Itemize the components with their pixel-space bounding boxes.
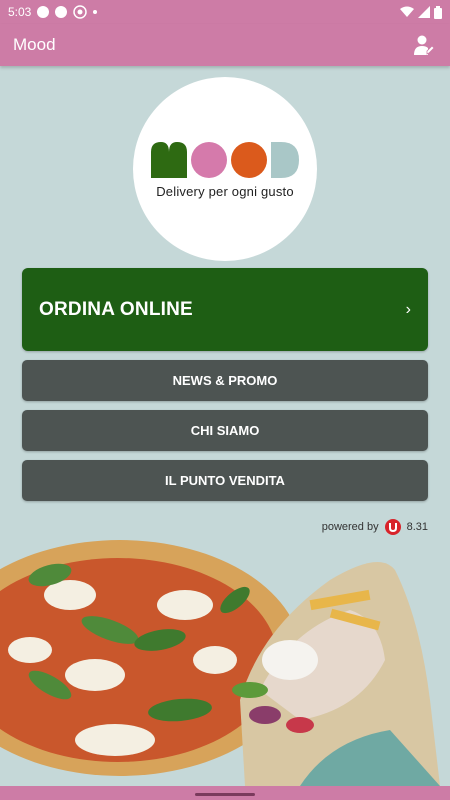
home-gesture-handle[interactable] <box>195 793 255 796</box>
news-promo-label: NEWS & PROMO <box>172 373 278 388</box>
status-bar: 5:03 <box>0 0 450 24</box>
app-version: 8.31 <box>406 521 428 533</box>
signal-icon <box>418 6 430 18</box>
powered-by: powered by 8.31 <box>322 519 428 535</box>
app-notification-icon <box>73 5 88 19</box>
more-notifications-icon <box>93 10 98 14</box>
about-us-button[interactable]: CHI SIAMO <box>22 410 428 451</box>
logo-tagline: Delivery per ogni gusto <box>156 183 294 199</box>
status-time: 5:03 <box>8 5 32 19</box>
store-label: IL PUNTO VENDITA <box>165 473 285 488</box>
brand-logo: Delivery per ogni gusto <box>133 77 317 261</box>
provider-logo-icon <box>384 519 401 535</box>
notification-icon <box>55 6 68 18</box>
mood-logo-mark <box>151 141 299 178</box>
order-online-label: ORDINA ONLINE <box>39 298 193 320</box>
app-title: Mood <box>13 35 56 54</box>
wifi-icon <box>400 6 414 17</box>
news-promo-button[interactable]: NEWS & PROMO <box>22 360 428 401</box>
profile-button[interactable] <box>411 32 437 58</box>
chevron-right-icon: › <box>405 300 411 318</box>
powered-by-label: powered by <box>321 521 379 533</box>
about-us-label: CHI SIAMO <box>190 423 260 438</box>
app-bar: Mood <box>0 24 450 66</box>
notification-icon <box>37 6 50 18</box>
store-button[interactable]: IL PUNTO VENDITA <box>22 460 428 501</box>
order-online-button[interactable]: ORDINA ONLINE › <box>22 268 428 351</box>
food-image <box>0 540 440 786</box>
battery-icon <box>434 5 442 19</box>
user-icon <box>414 35 435 55</box>
